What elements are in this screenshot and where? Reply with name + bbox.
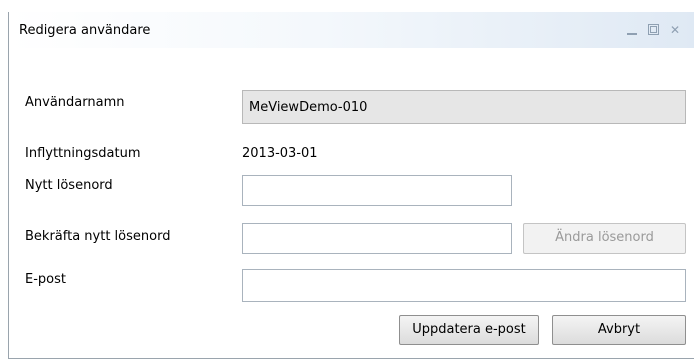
new-password-label: Nytt lösenord xyxy=(25,178,113,193)
maximize-icon[interactable] xyxy=(648,24,659,35)
username-label: Användarnamn xyxy=(25,95,125,110)
change-password-button[interactable]: Ändra lösenord xyxy=(523,223,686,254)
confirm-password-label: Bekräfta nytt lösenord xyxy=(25,229,171,244)
update-email-button[interactable]: Uppdatera e-post xyxy=(399,315,539,345)
window-title: Redigera användare xyxy=(19,23,151,38)
new-password-input[interactable] xyxy=(242,175,512,206)
email-input[interactable] xyxy=(242,269,686,302)
email-label: E-post xyxy=(25,272,66,287)
close-icon[interactable]: ✕ xyxy=(669,24,681,36)
cancel-button[interactable]: Avbryt xyxy=(552,315,686,345)
confirm-password-input[interactable] xyxy=(242,223,512,254)
move-in-date-label: Inflyttningsdatum xyxy=(25,146,141,161)
edit-user-dialog: Redigera användare ✕ Användarnamn Inflyt… xyxy=(8,12,694,359)
minimize-icon[interactable] xyxy=(626,24,638,36)
move-in-date-value: 2013-03-01 xyxy=(242,146,318,161)
title-bar[interactable]: Redigera användare ✕ xyxy=(9,12,694,48)
username-field xyxy=(242,90,686,124)
